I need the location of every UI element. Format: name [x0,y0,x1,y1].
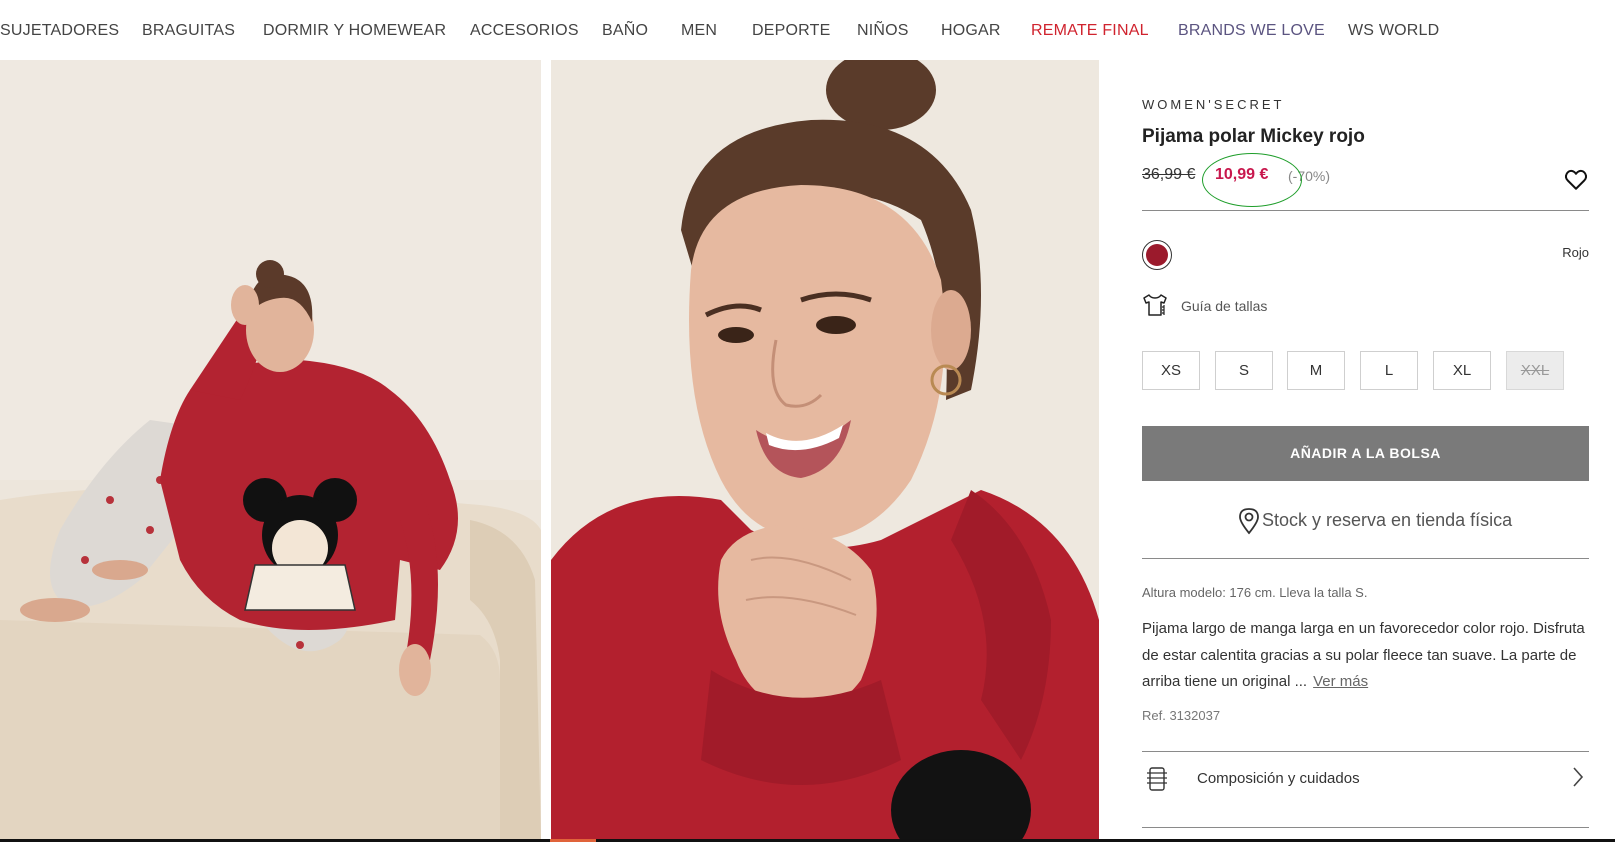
product-description: Pijama largo de manga larga en un favore… [1142,616,1589,696]
wishlist-heart-icon[interactable] [1563,166,1589,192]
product-image-sofa[interactable] [0,60,541,840]
store-stock-link[interactable]: Stock y reserva en tienda física [1142,502,1589,542]
care-label-icon [1146,766,1168,797]
nav-item-dormir-homewear[interactable]: DORMIR Y HOMEWEAR [263,22,446,40]
add-to-bag-button[interactable]: AÑADIR A LA BOLSA [1142,426,1589,481]
location-pin-icon [1238,507,1260,540]
top-navigation: SUJETADORES BRAGUITAS DORMIR Y HOMEWEAR … [0,0,1615,60]
product-image-closeup[interactable] [551,60,1099,840]
nav-item-sujetadores[interactable]: SUJETADORES [0,22,119,40]
size-option-m[interactable]: M [1287,351,1345,390]
original-price: 36,99 € [1142,166,1196,183]
photo-model-closeup-icon [551,60,1099,840]
composition-care-row[interactable]: Composición y cuidados [1142,754,1589,802]
store-stock-label: Stock y reserva en tienda física [1262,510,1513,530]
photo-model-sofa-icon [0,60,541,840]
color-swatch-fill [1146,244,1168,266]
nav-item-ws-world[interactable]: WS WORLD [1348,22,1439,40]
size-option-xl[interactable]: XL [1433,351,1491,390]
nav-item-hogar[interactable]: HOGAR [941,22,1001,40]
product-info-panel: WOMEN'SECRET Pijama polar Mickey rojo 36… [1142,60,1589,842]
composition-care-label: Composición y cuidados [1197,770,1360,787]
product-reference: Ref. 3132037 [1142,708,1221,723]
nav-item-deporte[interactable]: DEPORTE [752,22,830,40]
chevron-right-icon [1571,766,1585,793]
divider [1142,558,1589,559]
tshirt-icon [1142,293,1168,322]
nav-item-braguitas[interactable]: BRAGUITAS [142,22,235,40]
selected-color-label: Rojo [1562,245,1589,260]
product-title: Pijama polar Mickey rojo [1142,126,1365,147]
read-more-link[interactable]: Ver más [1313,673,1368,690]
divider [1142,827,1589,828]
nav-item-remate-final[interactable]: REMATE FINAL [1031,22,1149,40]
price-highlight-circle [1202,153,1302,207]
price-row: 36,99 € 10,99 € (-70%) [1142,153,1589,207]
divider [1142,210,1589,211]
color-swatch-rojo[interactable] [1142,240,1172,270]
nav-item-bano[interactable]: BAÑO [602,22,648,40]
size-guide-label: Guía de tallas [1181,298,1268,314]
nav-item-ninos[interactable]: NIÑOS [857,22,909,40]
divider [1142,751,1589,752]
size-option-l[interactable]: L [1360,351,1418,390]
size-option-xs[interactable]: XS [1142,351,1200,390]
nav-item-brands-we-love[interactable]: BRANDS WE LOVE [1178,22,1325,40]
model-info: Altura modelo: 176 cm. Lleva la talla S. [1142,585,1368,600]
brand-name: WOMEN'SECRET [1142,97,1285,112]
size-option-s[interactable]: S [1215,351,1273,390]
nav-item-men[interactable]: MEN [681,22,717,40]
size-selector: XS S M L XL XXL [1142,351,1589,391]
size-option-xxl: XXL [1506,351,1564,390]
nav-item-accesorios[interactable]: ACCESORIOS [470,22,579,40]
